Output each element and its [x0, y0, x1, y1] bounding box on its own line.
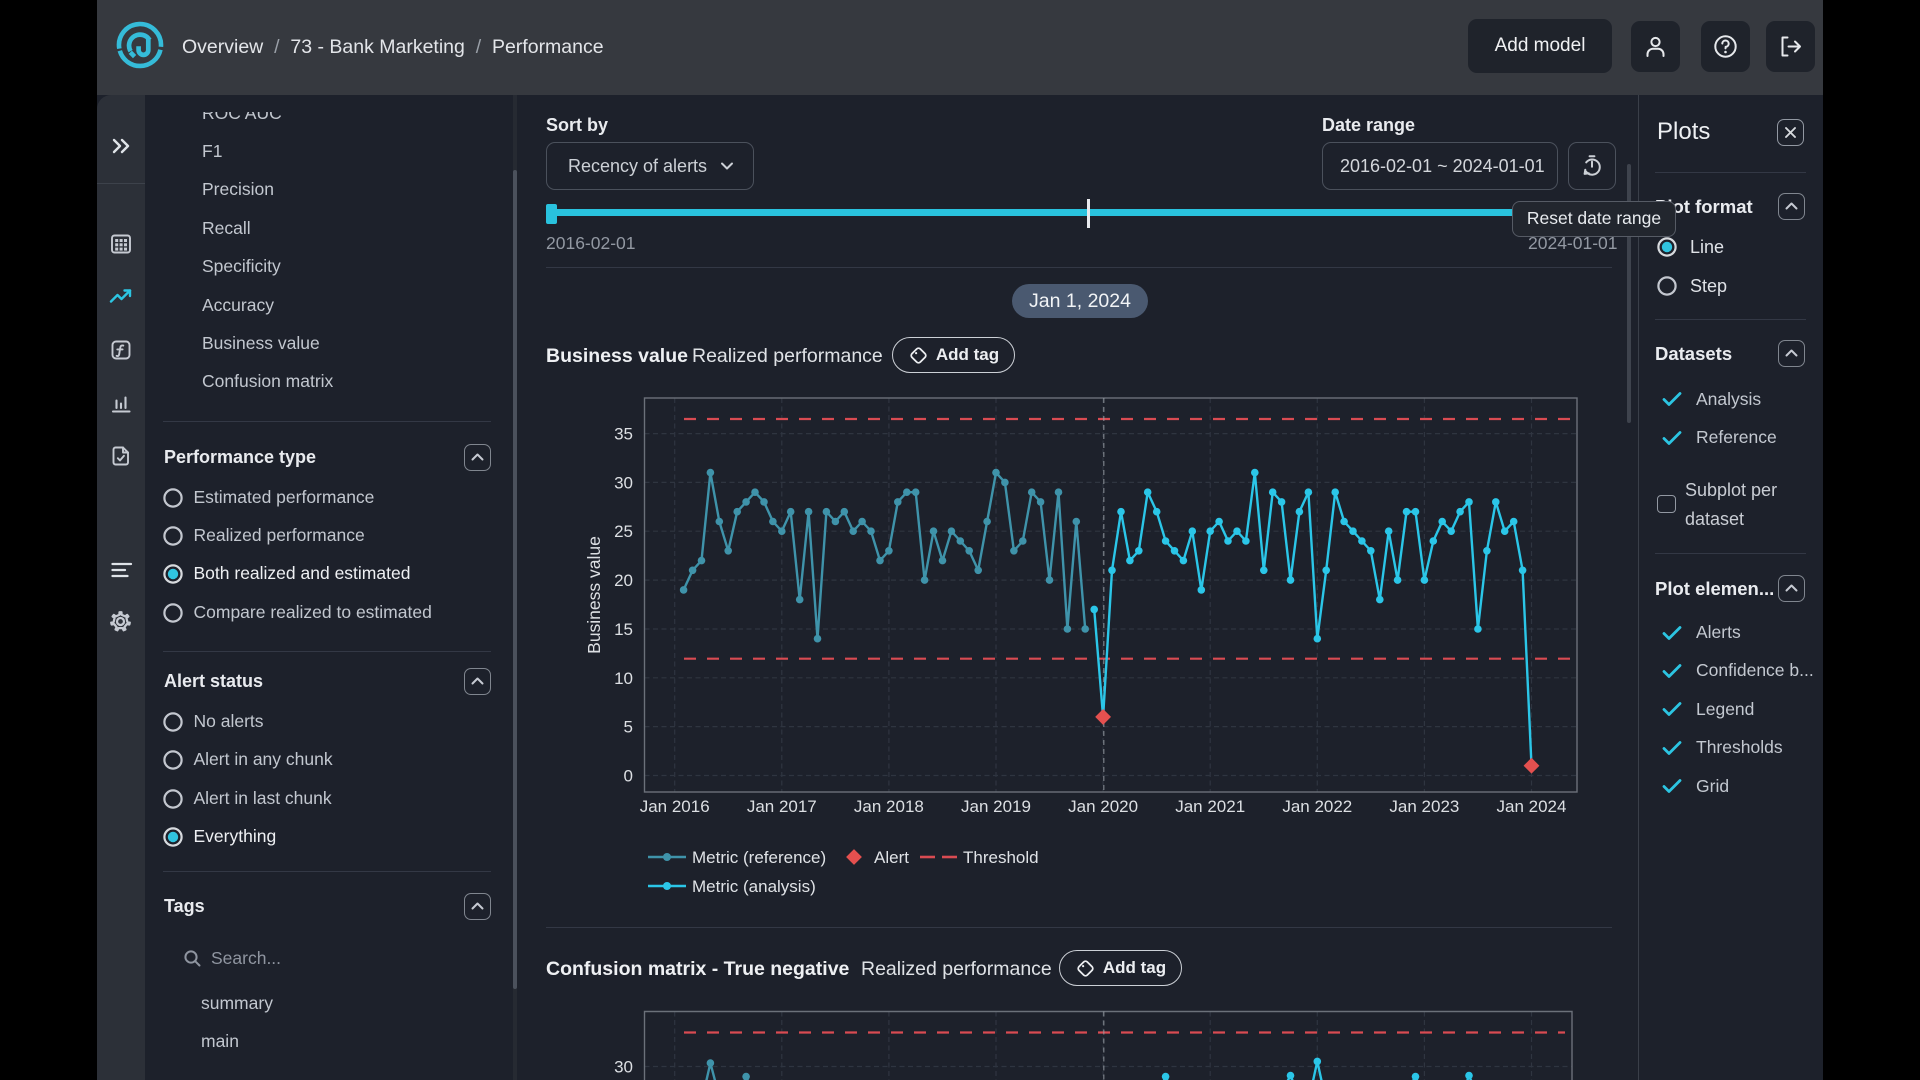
svg-text:Jan 2019: Jan 2019: [961, 797, 1031, 816]
svg-text:Jan 2021: Jan 2021: [1175, 797, 1245, 816]
svg-text:Jan 2024: Jan 2024: [1497, 797, 1567, 816]
svg-text:Jan 2022: Jan 2022: [1282, 797, 1352, 816]
svg-text:20: 20: [614, 571, 633, 590]
svg-text:30: 30: [614, 1058, 633, 1077]
svg-text:35: 35: [614, 425, 633, 444]
svg-text:Alert: Alert: [874, 848, 909, 867]
svg-text:25: 25: [614, 522, 633, 541]
svg-text:Metric (analysis): Metric (analysis): [692, 877, 816, 896]
svg-text:Jan 2023: Jan 2023: [1389, 797, 1459, 816]
svg-text:Jan 2018: Jan 2018: [854, 797, 924, 816]
svg-text:0: 0: [624, 767, 633, 786]
svg-text:30: 30: [614, 473, 633, 492]
svg-text:Threshold: Threshold: [963, 848, 1039, 867]
svg-text:Jan 2016: Jan 2016: [640, 797, 710, 816]
svg-text:10: 10: [614, 669, 633, 688]
svg-text:Metric (reference): Metric (reference): [692, 848, 826, 867]
svg-text:Jan 2020: Jan 2020: [1068, 797, 1138, 816]
svg-text:15: 15: [614, 620, 633, 639]
svg-text:5: 5: [624, 718, 633, 737]
svg-text:Business value: Business value: [584, 536, 604, 654]
svg-text:Jan 2017: Jan 2017: [747, 797, 817, 816]
